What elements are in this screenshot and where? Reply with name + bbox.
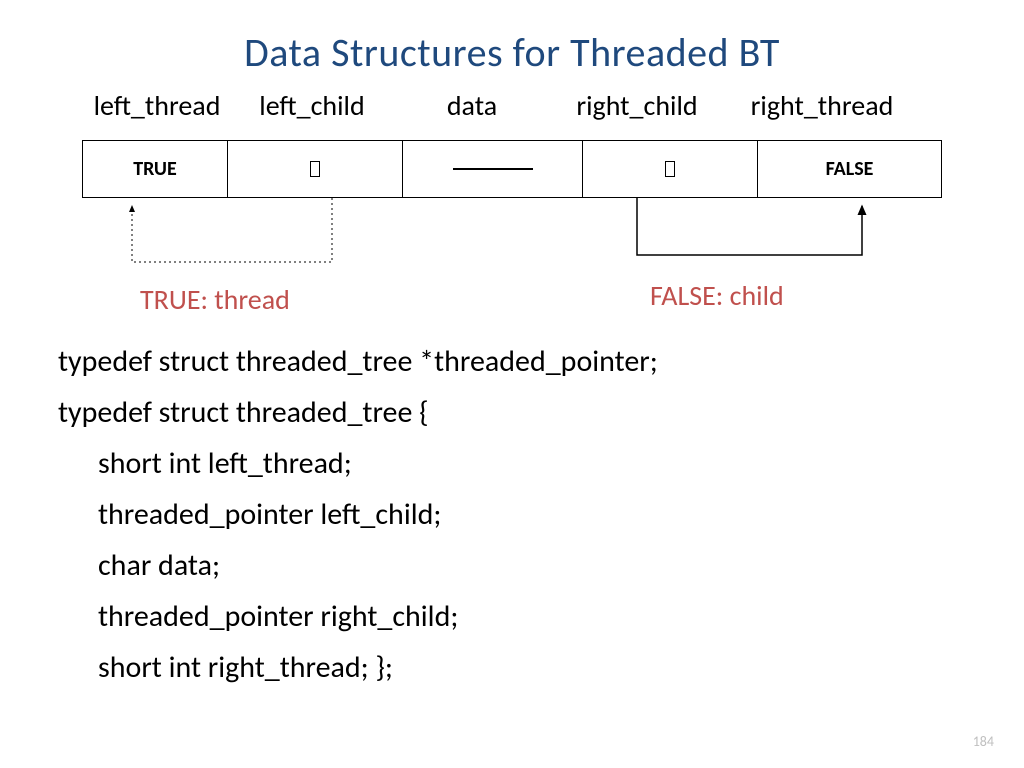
cell-data xyxy=(403,141,583,197)
code-line: short int left_thread; xyxy=(58,438,658,489)
code-line: char data; xyxy=(58,540,658,591)
cell-right-thread: FALSE xyxy=(758,141,941,197)
field-data: data xyxy=(392,88,552,123)
field-left-child: left_child xyxy=(232,88,392,123)
field-left-thread: left_thread xyxy=(82,88,232,123)
code-line: typedef struct threaded_tree { xyxy=(58,387,658,438)
pointer-box-icon xyxy=(665,161,675,177)
field-header-row: left_thread left_child data right_child … xyxy=(82,88,942,123)
node-struct-row: TRUE FALSE xyxy=(82,140,942,198)
cell-right-child xyxy=(583,141,758,197)
cell-left-thread: TRUE xyxy=(83,141,228,197)
annotation-true-thread: TRUE: thread xyxy=(140,282,290,317)
data-underline-icon xyxy=(453,168,533,170)
code-line: threaded_pointer left_child; xyxy=(58,489,658,540)
code-line: threaded_pointer right_child; xyxy=(58,591,658,642)
code-line: typedef struct threaded_tree *threaded_p… xyxy=(58,336,658,387)
slide-title: Data Structures for Threaded BT xyxy=(0,0,1024,77)
code-block: typedef struct threaded_tree *threaded_p… xyxy=(58,336,658,693)
page-number: 184 xyxy=(973,733,994,750)
pointer-box-icon xyxy=(310,161,320,177)
code-line: short int right_thread; }; xyxy=(58,642,658,693)
field-right-child: right_child xyxy=(552,88,722,123)
annotation-false-child: FALSE: child xyxy=(650,278,784,313)
field-right-thread: right_thread xyxy=(722,88,922,123)
cell-left-child xyxy=(228,141,403,197)
